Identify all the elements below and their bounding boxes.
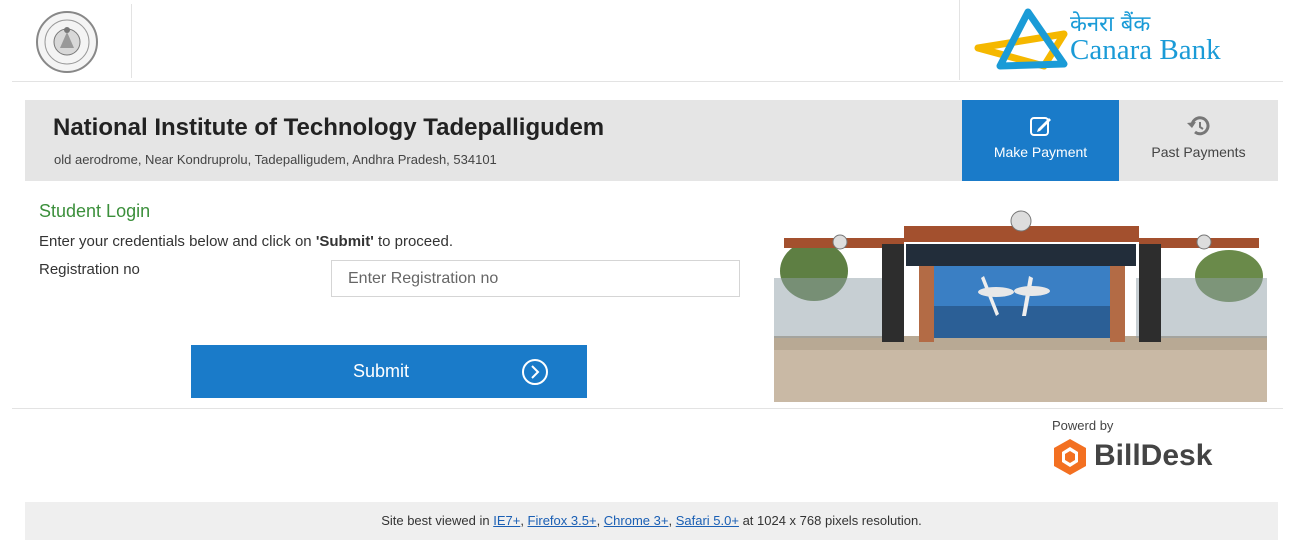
institute-name: National Institute of Technology Tadepal… (53, 114, 605, 141)
institute-banner: National Institute of Technology Tadepal… (25, 100, 1278, 181)
page-header: केनरा बैंक Canara Bank (12, 0, 1283, 82)
submit-button[interactable]: Submit (191, 345, 587, 398)
powered-by-label: Powerd by (1052, 418, 1114, 433)
footer-separator: , (596, 513, 604, 528)
instruction-suffix: to proceed. (373, 233, 453, 250)
history-icon (1186, 116, 1209, 136)
footer-suffix: at 1024 x 768 pixels resolution. (738, 513, 922, 528)
institute-logo (22, 4, 132, 78)
campus-gate-photo (774, 196, 1267, 402)
billdesk-hexagon-icon (1054, 439, 1086, 475)
chrome-link[interactable]: Chrome 3+ (604, 513, 669, 528)
make-payment-label: Make Payment (993, 144, 1088, 160)
institute-address: old aerodrome, Near Kondruprolu, Tadepal… (54, 152, 497, 167)
registration-input[interactable] (331, 260, 740, 297)
edit-icon (1029, 117, 1051, 136)
past-payments-label: Past Payments (1151, 144, 1246, 160)
section-divider (12, 408, 1283, 409)
footer-separator: , (668, 513, 676, 528)
footer-prefix: Site best viewed in (381, 513, 494, 528)
safari-link[interactable]: Safari 5.0+ (676, 513, 739, 528)
past-payments-tab[interactable]: Past Payments (1119, 100, 1278, 181)
institute-emblem-icon (36, 11, 98, 73)
registration-label: Registration no (39, 261, 140, 278)
make-payment-tab[interactable]: Make Payment (962, 100, 1119, 181)
firefox-link[interactable]: Firefox 3.5+ (528, 513, 597, 528)
billdesk-logo: BillDesk (1050, 437, 1280, 477)
footer-separator: , (520, 513, 528, 528)
submit-label: Submit (353, 361, 410, 381)
login-instructions: Enter your credentials below and click o… (39, 233, 453, 250)
circle-chevron-right-icon (522, 359, 548, 385)
bank-name-english: Canara Bank (1070, 34, 1221, 66)
login-title: Student Login (39, 201, 151, 221)
canara-bank-emblem-icon (974, 8, 1068, 70)
billdesk-name: BillDesk (1094, 439, 1213, 472)
browser-support-footer: Site best viewed in IE7+, Firefox 3.5+, … (25, 502, 1278, 540)
ie-link[interactable]: IE7+ (493, 513, 520, 528)
instruction-prefix: Enter your credentials below and click o… (39, 233, 316, 250)
canara-bank-logo: केनरा बैंक Canara Bank (959, 0, 1283, 80)
instruction-submit-word: 'Submit' (315, 233, 374, 250)
